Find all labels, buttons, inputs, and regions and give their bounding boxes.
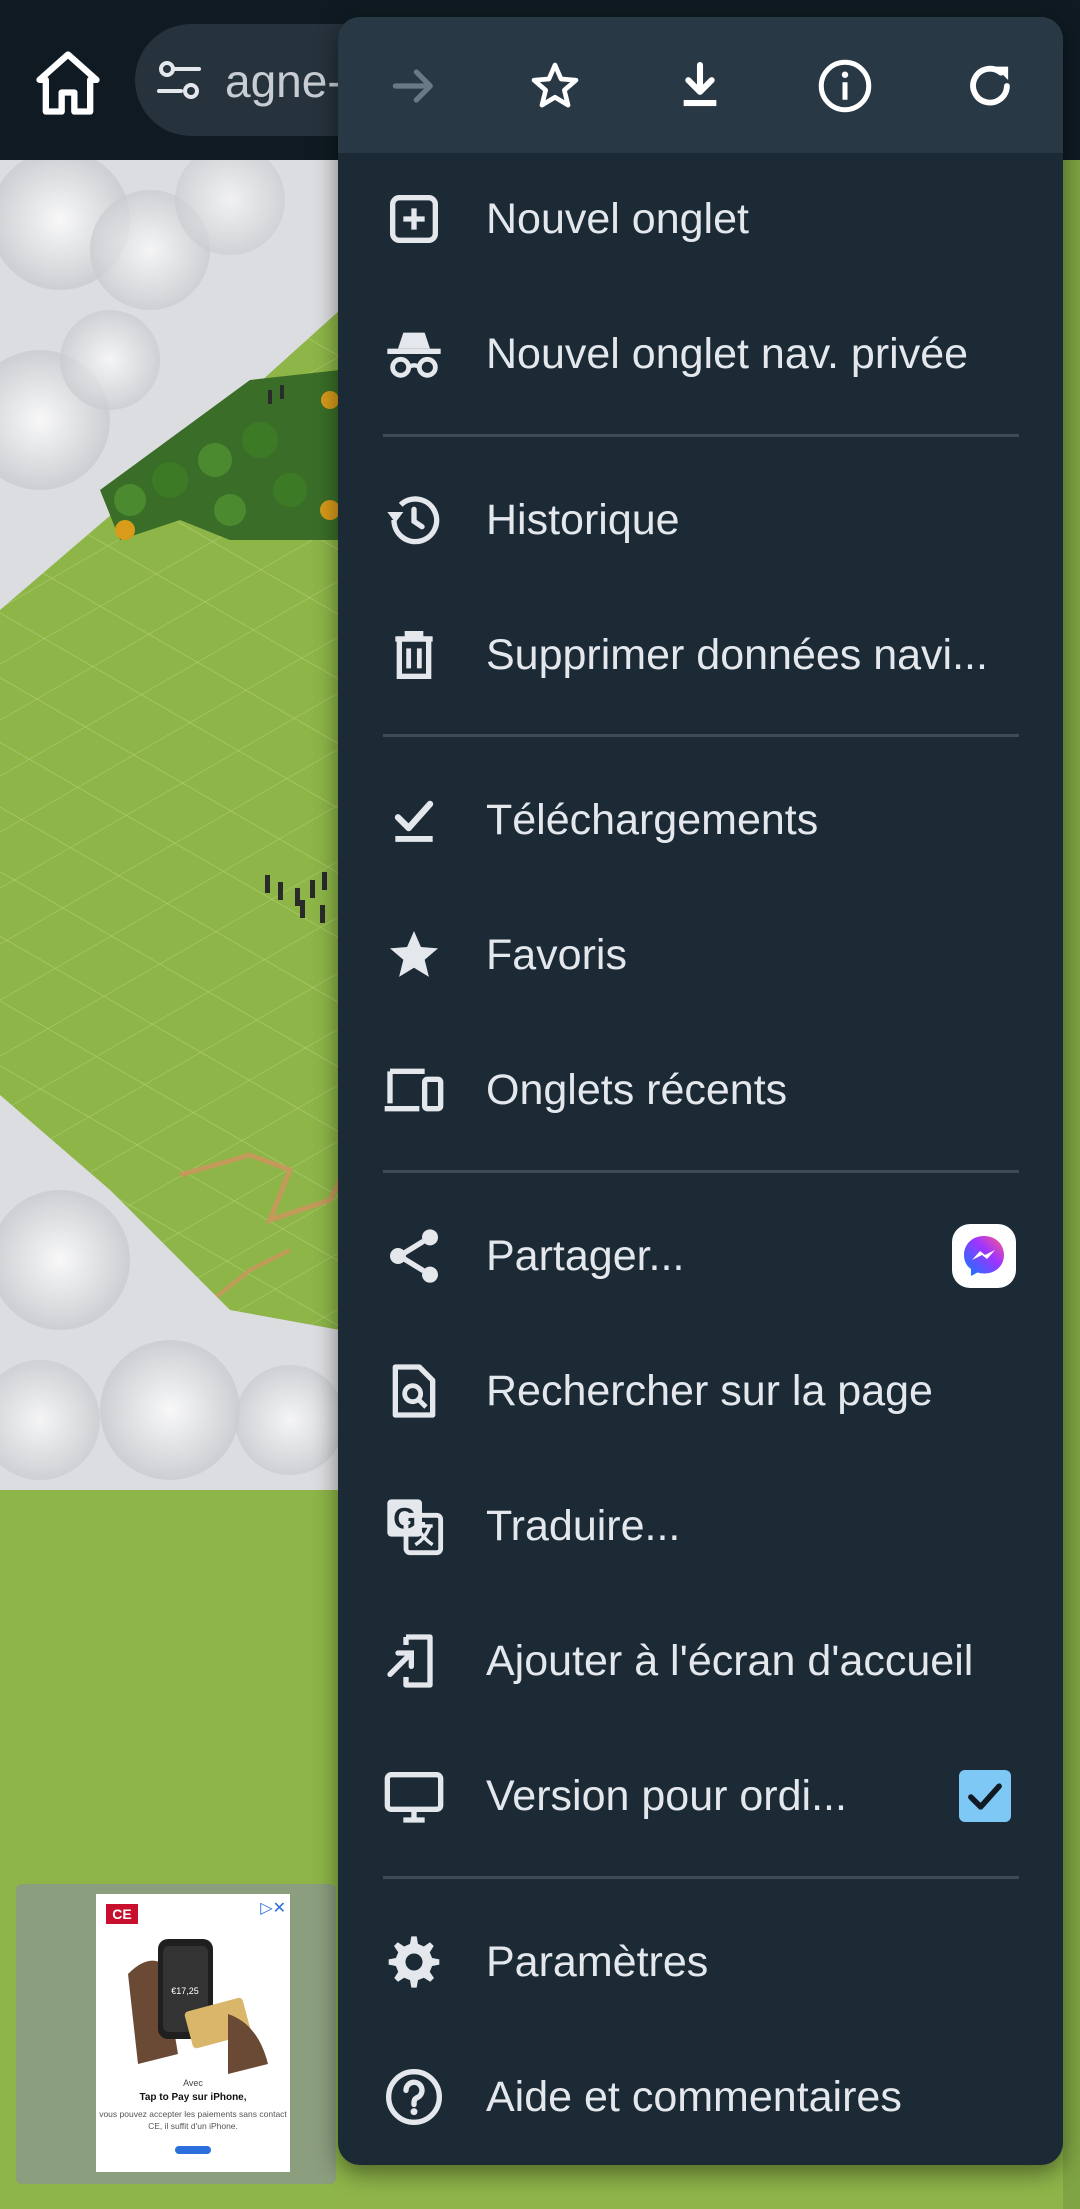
menu-item-label: Traduire... [486,1502,681,1550]
menu-item-help[interactable]: Aide et commentaires [338,2030,1063,2164]
menu-item-clear-data[interactable]: Supprimer données navi... [338,588,1063,722]
forward-icon[interactable] [379,51,449,121]
menu-item-incognito-tab[interactable]: Nouvel onglet nav. privée [338,287,1063,421]
menu-item-label: Rechercher sur la page [486,1367,933,1415]
menu-item-label: Favoris [486,931,627,979]
menu-item-share[interactable]: Partager... [338,1189,1063,1323]
tune-icon[interactable] [155,58,203,102]
find-in-page-icon [392,1364,436,1418]
desktop-icon [384,1772,444,1823]
refresh-icon[interactable] [955,51,1025,121]
url-text: agne- [225,55,343,107]
menu-item-history[interactable]: Historique [338,453,1063,587]
add-to-home-icon [387,1634,433,1688]
game-map-edge [1063,160,1080,2209]
menu-item-label: Nouvel onglet nav. privée [486,330,969,378]
menu-item-recent-tabs[interactable]: Onglets récents [338,1023,1063,1157]
devices-icon [384,1068,444,1112]
menu-divider [383,734,1019,737]
menu-item-label: Version pour ordi... [486,1772,847,1820]
menu-item-label: Historique [486,496,680,544]
menu-item-label: Nouvel onglet [486,195,749,243]
ad-choices-icon[interactable]: ▷✕ [260,1898,286,1918]
menu-item-bookmarks[interactable]: Favoris [338,888,1063,1022]
desktop-site-checkbox[interactable] [959,1770,1011,1822]
gear-icon [388,1936,440,1988]
menu-item-desktop-site[interactable]: Version pour ordi... [338,1729,1063,1863]
help-icon [386,2069,442,2125]
menu-divider [383,1170,1019,1173]
download-icon[interactable] [665,51,735,121]
svg-text:€17,25: €17,25 [171,1986,199,1996]
menu-item-new-tab[interactable]: Nouvel onglet [338,152,1063,286]
bookmark-star-icon [390,931,438,977]
menu-item-downloads[interactable]: Téléchargements [338,753,1063,887]
ad-cta-button[interactable] [175,2146,211,2154]
menu-divider [383,1876,1019,1879]
ad-headline: Tap to Pay sur iPhone, [139,2092,247,2103]
share-icon [390,1229,438,1283]
trash-icon [395,631,433,679]
menu-item-add-to-home[interactable]: Ajouter à l'écran d'accueil [338,1594,1063,1728]
star-icon[interactable] [520,51,590,121]
translate-icon: G [387,1499,444,1556]
history-icon [387,496,440,545]
menu-toolbar [338,17,1063,153]
menu-item-label: Ajouter à l'écran d'accueil [486,1637,974,1685]
messenger-icon[interactable] [952,1224,1016,1288]
menu-item-label: Paramètres [486,1938,709,1986]
info-icon[interactable] [810,51,880,121]
overflow-menu: Nouvel onglet Nouvel onglet nav. privée … [338,17,1063,2165]
menu-item-settings[interactable]: Paramètres [338,1895,1063,2029]
ad-body: vous pouvez accepter les paiements sans … [99,2109,287,2131]
home-icon[interactable] [30,45,106,121]
ad-image: €17,25 [118,1934,268,2074]
menu-item-translate[interactable]: G Traduire... [338,1459,1063,1593]
menu-item-label: Onglets récents [486,1066,788,1114]
ad-headline-small: Avec [183,2078,203,2088]
menu-item-label: Partager... [486,1232,685,1280]
downloads-check-icon [394,800,434,842]
menu-item-label: Supprimer données navi... [486,631,988,679]
ad-logo: CE [106,1904,138,1924]
menu-divider [383,434,1019,437]
ad-banner[interactable]: CE ▷✕ €17,25 Avec Tap to Pay sur iPhone,… [96,1894,290,2172]
new-tab-icon [390,195,438,243]
menu-item-label: Aide et commentaires [486,2073,902,2121]
menu-item-label: Téléchargements [486,796,819,844]
incognito-icon [387,332,441,378]
menu-item-find-in-page[interactable]: Rechercher sur la page [338,1324,1063,1458]
